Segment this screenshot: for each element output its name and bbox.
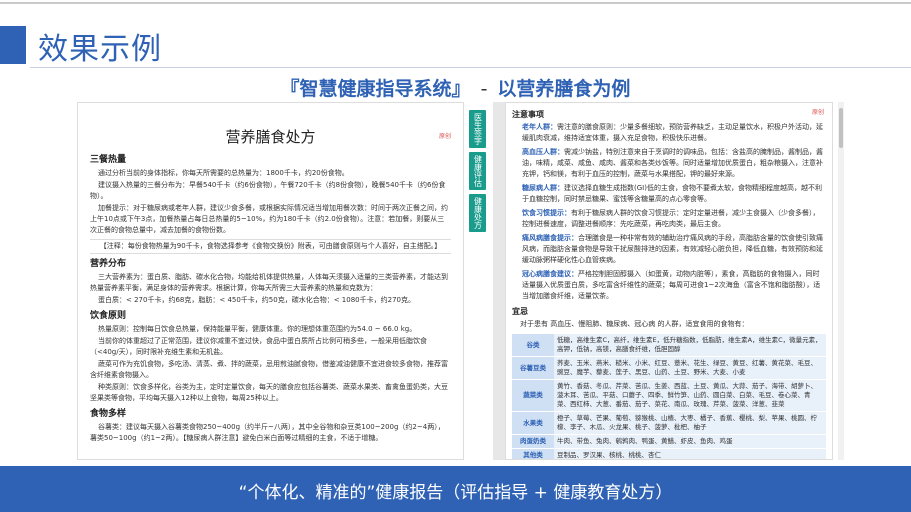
precaution-item: 冠心病膳食建议：严格控制胆固醇摄入（如蛋黄，动物内脏等），素食，高脂肪的食物摄入… — [522, 269, 826, 302]
section-paragraph: 通过分析当前的身体指标，你每天所需要的总热量为：1800千卡，约20份食物。 — [98, 169, 349, 177]
precautions-heading: 注意事项 — [512, 110, 544, 119]
section-paragraph: 加餐提示：对于糖尿病或老年人群，建议少食多餐，或根据实际情况适当增加用餐次数：时… — [90, 204, 448, 234]
section-paragraph: 建议摄入热量的三餐分布为：早餐540千卡（约6份食物），午餐720千卡（约8份食… — [90, 181, 446, 200]
scrollbar[interactable] — [838, 102, 844, 460]
tab-label: 健康处方 — [473, 197, 483, 229]
food-items: 黄竹、香菇、冬瓜、芹菜、苦瓜、生姜、西蓝、土豆、黄瓜、大蒜、茄子、海带、胡萝卜、… — [554, 379, 826, 412]
food-row: 水果类 橙子、草莓、芒果、葡萄、猕猴桃、山楂、大枣、橘子、香蕉、樱桃、梨、苹果、桃… — [512, 411, 826, 435]
tab-label: 健康评估 — [473, 155, 483, 187]
section-paragraph: 种类原则：饮食多样化，谷类为主，定时定量饮食，每天的膳食应包括谷薯类、蔬菜水果类… — [90, 383, 448, 402]
section-paragraph: 谷薯类：建议每天摄入谷薯类食物250~400g（约半斤~八两），其中全谷物和杂豆… — [90, 423, 445, 442]
precaution-label: 饮食习惯提示： — [522, 209, 571, 217]
precaution-label: 冠心病膳食建议： — [522, 270, 578, 278]
food-category: 水果类 — [512, 411, 554, 435]
precaution-label: 老年人群： — [522, 123, 557, 131]
food-items: 牛肉、带鱼、兔肉、鹌鹑肉、鸭蛋、黄鳝、虾皮、鱼肉、鸡蛋 — [554, 434, 826, 449]
subtitle-example: 以营养膳食为例 — [497, 78, 631, 100]
subtitle-system: 『智慧健康指导系统』 — [280, 78, 471, 100]
section-heading: 食物多样 — [90, 409, 127, 419]
section-paragraph: 蔬菜可作为充饥食物，多吃汤、清蒸、煮、拌的蔬菜，忌用煎油腻食物，借鉴减油健康不宜… — [90, 360, 448, 379]
original-tag: 原创 — [438, 133, 451, 140]
precaution-text: 建议选择血糖生成指数(GI)低的主食，食物不要煮太软，食物精细程度越高，越不利于… — [522, 184, 822, 203]
precaution-label: 糖尿病人群： — [522, 184, 564, 192]
nutrition-prescription-panel[interactable]: 原创 营养膳食处方 三餐热量通过分析当前的身体指标，你每天所需要的总热量为：18… — [77, 102, 464, 460]
precaution-item: 痛风病膳食提示：合理膳食是一种非常有效的辅助治疗痛风病的手段，高脂肪含量的饮食使… — [522, 233, 826, 266]
precaution-item: 饮食习惯提示：有利于糖尿病人群的饮食习惯提示：定时定量进餐，减少主食摄入（少食多… — [522, 208, 826, 230]
food-row: 谷类 低糖，高维生素C，高纤，维生素E，低升糖指数，低脂肪，维生素A，维生素C，微… — [512, 334, 826, 357]
section-paragraph: 蛋白质：< 270千卡，约68克，脂肪：< 450千卡，约50克，碳水化合物：<… — [98, 296, 415, 304]
precaution-item: 高血压人群：需减少钠盐，特别注意来自于烹调时的调味品，包括：含盐高的腌制品，酱制… — [522, 147, 826, 180]
food-table: 谷类 低糖，高维生素C，高纤，维生素E，低升糖指数，低脂肪，维生素A，维生素C，微… — [512, 334, 826, 459]
section-paragraph: 热量原则：控制每日饮食总热量，保持能量平衡，健康体重。你的理想体重范围约为54.… — [98, 325, 417, 333]
food-category: 蔬菜类 — [512, 379, 554, 412]
original-tag: 原创 — [811, 109, 824, 116]
precaution-text: 需注意的膳食原则：少量多餐细软，预防营养缺乏，主动足量饮水，积极户外活动，延缓肌… — [522, 123, 823, 142]
tab-health-prescription[interactable]: 健康处方 — [469, 194, 486, 232]
section-paragraph: 三大营养素为：蛋白质、脂肪、碳水化合物，均能给机体提供热量，人体每天须摄入适量的… — [90, 273, 448, 292]
title-underline — [30, 67, 911, 68]
food-row: 其他类 豆制品、罗汉果、核桃、桃桃、杏仁 — [512, 448, 826, 459]
doc-sections: 三餐热量通过分析当前的身体指标，你每天所需要的总热量为：1800千卡，约20份食… — [90, 155, 451, 444]
food-category: 肉蛋奶类 — [512, 434, 554, 449]
footer-caption: “个体化、精准的”健康报告（评估指导 + 健康教育处方） — [238, 483, 673, 503]
diet-heading: 宜忌 — [512, 307, 528, 316]
slide-title: 效果示例 — [38, 32, 162, 67]
precaution-label: 痛风病膳食提示： — [522, 234, 578, 242]
food-row: 谷薯豆类 荞麦、玉米、燕米、糙米、小米、红豆、薏米、花生、绿豆、黄豆、红薯、黄花菜… — [512, 356, 826, 380]
tab-health-assessment[interactable]: 健康评估 — [469, 152, 486, 190]
food-items: 橙子、草莓、芒果、葡萄、猕猴桃、山楂、大枣、橘子、香蕉、樱桃、梨、苹果、桃圆、柠… — [554, 411, 826, 435]
slide-subtitle: 『智慧健康指导系统』 - 以营养膳食为例 — [0, 74, 911, 101]
section-paragraph: 当前你的体重超过了正常范围，建议你减重不宜过快，食品中蛋白质所占比例可稍多些，一… — [90, 337, 427, 356]
panel-divider — [493, 102, 505, 460]
food-items: 低糖，高维生素C，高纤，维生素E，低升糖指数，低脂肪，维生素A，维生素C，微量元… — [554, 334, 826, 357]
top-divider — [0, 2, 911, 4]
food-category: 其他类 — [512, 448, 554, 459]
precautions-panel[interactable]: 原创 注意事项 老年人群：需注意的膳食原则：少量多餐细软，预防营养缺乏，主动足量… — [505, 102, 833, 460]
precautions-list: 老年人群：需注意的膳食原则：少量多餐细软，预防营养缺乏，主动足量饮水，积极户外活… — [512, 122, 826, 302]
section-heading: 营养分布 — [90, 259, 127, 269]
food-row: 蔬菜类 黄竹、香菇、冬瓜、芹菜、苦瓜、生姜、西蓝、土豆、黄瓜、大蒜、茄子、海带、胡… — [512, 379, 826, 412]
food-category: 谷类 — [512, 334, 554, 357]
diet-intro: 对于患有 高血压、慢阻肺、糖尿病、冠心病 的人群，适宜食用的食物有： — [520, 320, 749, 328]
section-note: 【注释：每份食物热量为90千卡，食物选择参考《食物交换份》附表，可由膳食原则与个… — [90, 239, 451, 254]
scrollbar-thumb[interactable] — [839, 108, 843, 148]
section-heading: 三餐热量 — [90, 155, 127, 165]
side-tabs: 医生签字 健康评估 健康处方 — [469, 110, 487, 236]
doc-title: 营养膳食处方 — [225, 128, 316, 146]
subtitle-sep: - — [480, 78, 488, 100]
precaution-item: 糖尿病人群：建议选择血糖生成指数(GI)低的主食，食物不要煮太软，食物精细程度越… — [522, 183, 826, 205]
precaution-item: 老年人群：需注意的膳食原则：少量多餐细软，预防营养缺乏，主动足量饮水，积极户外活… — [522, 122, 826, 144]
title-accent-bar — [0, 26, 26, 64]
tab-label: 医生签字 — [473, 113, 483, 145]
food-items: 荞麦、玉米、燕米、糙米、小米、红豆、薏米、花生、绿豆、黄豆、红薯、黄花菜、毛豆、… — [554, 356, 826, 380]
tab-doctor-signature[interactable]: 医生签字 — [469, 110, 486, 148]
precaution-label: 高血压人群： — [522, 148, 564, 156]
precaution-text: 需减少钠盐，特别注意来自于烹调时的调味品，包括：含盐高的腌制品，酱制品，酱油，味… — [522, 148, 823, 178]
food-items: 豆制品、罗汉果、核桃、桃桃、杏仁 — [554, 448, 826, 459]
food-row: 肉蛋奶类 牛肉、带鱼、兔肉、鹌鹑肉、鸭蛋、黄鳝、虾皮、鱼肉、鸡蛋 — [512, 434, 826, 449]
food-category: 谷薯豆类 — [512, 356, 554, 380]
section-heading: 饮食原则 — [90, 311, 127, 321]
